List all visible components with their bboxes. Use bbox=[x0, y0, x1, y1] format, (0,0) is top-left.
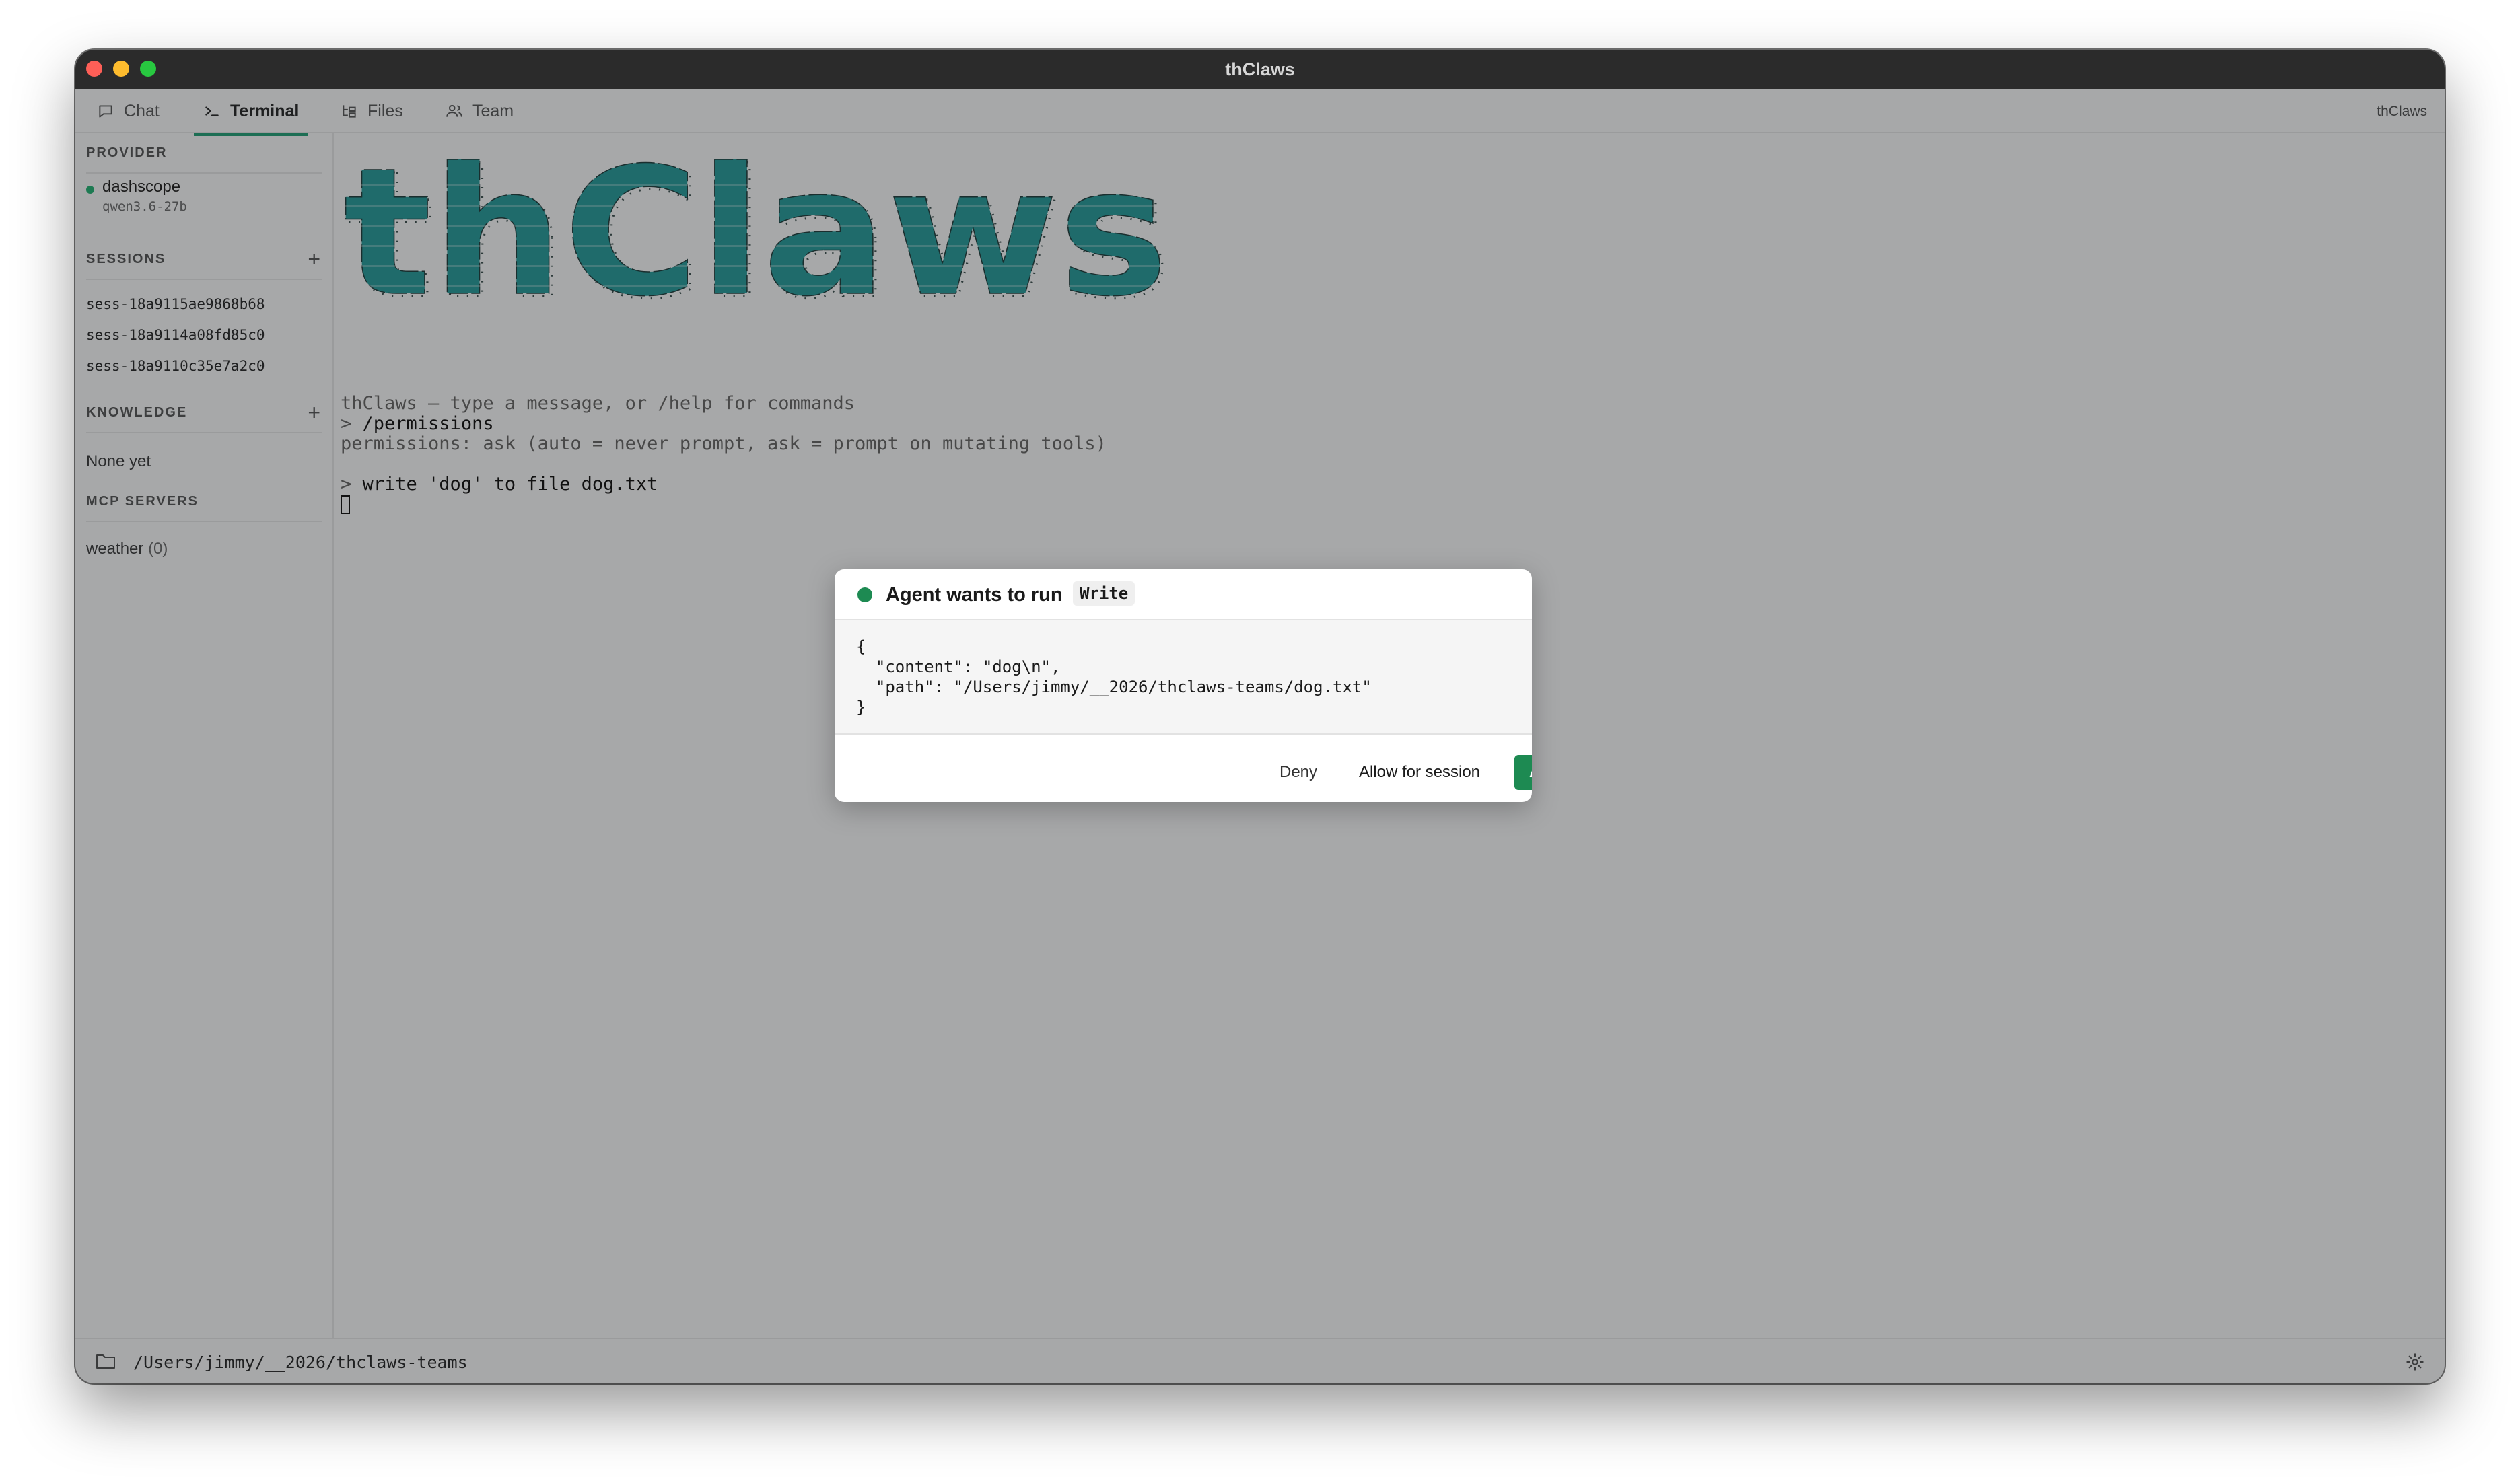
terminal-info-line: permissions: ask (auto = never prompt, a… bbox=[341, 433, 1107, 454]
tab-label: Team bbox=[473, 101, 514, 120]
terminal-command: /permissions bbox=[362, 413, 494, 434]
terminal-prompt: > bbox=[341, 474, 363, 495]
knowledge-section-heading: KNOWLEDGE + bbox=[86, 393, 322, 433]
mcp-server-count: (0) bbox=[148, 540, 168, 558]
thclaws-ascii-banner: thClaws thClaws bbox=[341, 157, 1182, 312]
terminal-input-line: > write 'dog' to file dog.txt bbox=[341, 474, 658, 495]
terminal-input-line: > /permissions bbox=[341, 413, 494, 434]
minimize-window-button[interactable] bbox=[113, 61, 129, 77]
tab-chat[interactable]: Chat bbox=[97, 89, 160, 133]
knowledge-heading: KNOWLEDGE bbox=[86, 404, 188, 420]
tab-label: Files bbox=[368, 101, 403, 120]
maximize-window-button[interactable] bbox=[140, 61, 156, 77]
window-title: thClaws bbox=[1225, 59, 1295, 79]
folder-icon bbox=[96, 1354, 115, 1369]
working-directory-path[interactable]: /Users/jimmy/__2026/thclaws-teams bbox=[133, 1352, 468, 1372]
dialog-body: { "content": "dog\n", "path": "/Users/ji… bbox=[835, 620, 1532, 735]
tab-team[interactable]: Team bbox=[446, 89, 514, 133]
deny-button[interactable]: Deny bbox=[1269, 755, 1327, 790]
terminal-info-line: thClaws — type a message, or /help for c… bbox=[341, 393, 855, 414]
status-dot bbox=[858, 587, 872, 602]
terminal-command: write 'dog' to file dog.txt bbox=[362, 474, 658, 495]
sidebar: PROVIDER dashscope qwen3.6-27b SESSIONS … bbox=[75, 133, 334, 1338]
tab-terminal[interactable]: Terminal bbox=[193, 89, 309, 136]
permission-dialog: Agent wants to run Write { "content": "d… bbox=[835, 569, 1532, 802]
tab-files[interactable]: Files bbox=[341, 89, 403, 133]
session-item[interactable]: sess-18a9110c35e7a2c0 bbox=[86, 358, 265, 374]
dialog-footer: Deny Allow for session Allow bbox=[835, 735, 1532, 802]
dialog-header: Agent wants to run Write bbox=[835, 569, 1532, 620]
terminal-prompt-icon bbox=[205, 106, 219, 116]
mcp-server-name: weather bbox=[86, 540, 144, 558]
provider-name: dashscope bbox=[102, 178, 181, 196]
chat-bubble-icon bbox=[99, 105, 112, 118]
session-item[interactable]: sess-18a9114a08fd85c0 bbox=[86, 327, 265, 343]
mcp-section-heading: MCP SERVERS bbox=[86, 482, 322, 522]
terminal-cursor bbox=[341, 495, 350, 514]
gear-icon[interactable] bbox=[2406, 1352, 2424, 1371]
status-bar: /Users/jimmy/__2026/thclaws-teams bbox=[75, 1338, 2445, 1383]
add-session-button[interactable]: + bbox=[308, 247, 322, 272]
add-knowledge-button[interactable]: + bbox=[308, 400, 322, 425]
tool-name-badge: Write bbox=[1073, 581, 1135, 606]
close-window-button[interactable] bbox=[86, 61, 102, 77]
provider-status-dot bbox=[86, 186, 94, 194]
team-icon bbox=[446, 104, 462, 117]
mcp-server-item[interactable]: weather (0) bbox=[86, 540, 168, 558]
file-tree-icon bbox=[343, 105, 356, 118]
tab-label: Terminal bbox=[230, 101, 300, 120]
provider-section-heading: PROVIDER bbox=[86, 133, 322, 174]
session-item[interactable]: sess-18a9115ae9868b68 bbox=[86, 296, 265, 312]
tab-label: Chat bbox=[124, 101, 160, 120]
sessions-heading: SESSIONS bbox=[86, 251, 166, 266]
knowledge-empty-text: None yet bbox=[86, 452, 151, 470]
allow-button[interactable]: Allow bbox=[1514, 755, 1532, 790]
allow-for-session-button[interactable]: Allow for session bbox=[1350, 755, 1489, 790]
provider-heading: PROVIDER bbox=[86, 145, 168, 160]
terminal-prompt: > bbox=[341, 413, 363, 434]
title-bar: thClaws bbox=[75, 50, 2445, 89]
tool-arguments-code: { "content": "dog\n", "path": "/Users/ji… bbox=[856, 637, 1372, 717]
app-label: thClaws bbox=[2377, 104, 2427, 119]
sessions-section-heading: SESSIONS + bbox=[86, 240, 322, 280]
window-controls bbox=[86, 61, 156, 77]
provider-model: qwen3.6-27b bbox=[102, 199, 187, 214]
tab-bar: Chat Terminal Files Team thClaws bbox=[75, 89, 2445, 136]
mcp-heading: MCP SERVERS bbox=[86, 493, 199, 509]
banner-text: thClaws bbox=[343, 157, 1168, 312]
dialog-title: Agent wants to run bbox=[886, 584, 1063, 606]
